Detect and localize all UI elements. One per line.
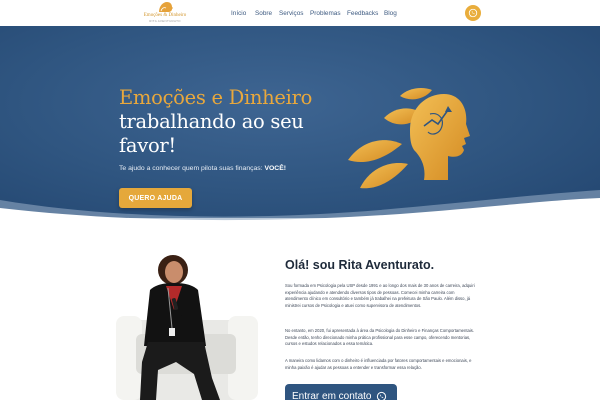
menu-item-label: Feedbacks	[347, 9, 379, 17]
logo-head-icon	[159, 2, 173, 12]
menu-item-sobre[interactable]: Sobre	[255, 0, 272, 26]
whatsapp-button[interactable]	[465, 5, 481, 21]
about-paragraph-1: Sou formada em Psicologia pela USP desde…	[285, 283, 475, 308]
about-paragraph-3: A maneira como lidamos com o dinheiro é …	[285, 358, 472, 370]
about-paragraph-2: No entanto, em 2020, fui apresentada à á…	[285, 328, 475, 346]
hero-subtitle: Te ajudo a conhecer quem pilota suas fin…	[119, 165, 286, 172]
about-title: Olá! sou Rita Aventurato.	[285, 258, 435, 272]
contact-button[interactable]: Entrar em contato	[285, 384, 397, 400]
whatsapp-icon	[376, 391, 387, 400]
menu-item-label: Problemas	[310, 9, 341, 17]
hero-wave-divider	[0, 190, 600, 224]
menu-item-label: Blog	[384, 9, 397, 17]
hero-title-line-3: favor!	[119, 134, 176, 157]
rita-aventurato-photo	[116, 255, 258, 400]
menu-item-inicio[interactable]: Início	[231, 0, 246, 26]
hero-title-line-2: trabalhando ao seu	[119, 110, 304, 133]
page: Emoções & Dinheiro RITA AVENTURATO Iníci…	[0, 0, 600, 400]
menu-item-servicos[interactable]: Serviços	[279, 0, 304, 26]
menu-item-label: Sobre	[255, 9, 273, 17]
menu-item-problemas[interactable]: Problemas	[310, 0, 341, 26]
whatsapp-icon	[468, 8, 478, 18]
head-profile-illustration	[348, 88, 470, 189]
menu-item-label: Serviços	[279, 9, 304, 17]
menu-item-blog[interactable]: Blog	[384, 0, 397, 26]
site-logo[interactable]: Emoções & Dinheiro RITA AVENTURATO	[141, 1, 189, 25]
hero-title-line-1: Emoções e Dinheiro	[119, 86, 313, 109]
hero-subtitle-text: Te ajudo a conhecer quem pilota suas fin…	[119, 165, 265, 172]
hero-subtitle-emphasis: VOCÊ!	[264, 165, 287, 172]
logo-tagline: RITA AVENTURATO	[149, 19, 181, 23]
contact-button-label: Entrar em contato	[292, 390, 372, 400]
menu-item-label: Início	[231, 9, 247, 17]
menu-item-feedbacks[interactable]: Feedbacks	[347, 0, 378, 26]
top-navbar: Emoções & Dinheiro RITA AVENTURATO Iníci…	[0, 0, 600, 26]
